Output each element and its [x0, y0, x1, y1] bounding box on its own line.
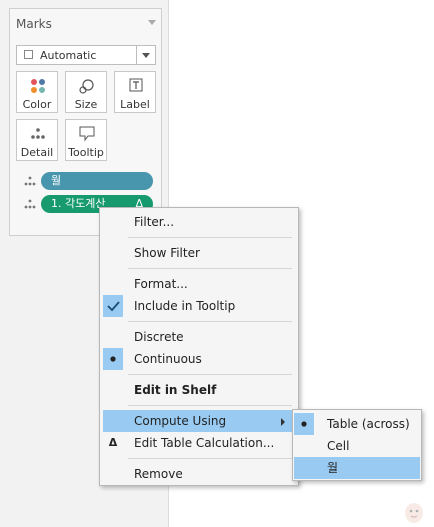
mascot-logo-icon	[405, 503, 423, 523]
radio-bullet-icon	[294, 413, 314, 435]
color-button-label: Color	[22, 98, 52, 111]
label-T-icon	[129, 78, 143, 92]
submenu-item-month[interactable]: 월	[294, 457, 420, 479]
detail-dots-icon	[24, 176, 36, 186]
menu-separator	[128, 405, 292, 406]
label-button-label: Label	[120, 98, 150, 111]
color-button[interactable]: Color	[16, 71, 58, 113]
menu-separator	[128, 321, 292, 322]
delta-icon: Δ	[108, 436, 118, 449]
mark-type-dropdown[interactable]: Automatic	[16, 45, 156, 65]
menu-separator	[128, 374, 292, 375]
size-icon	[79, 79, 94, 94]
menu-item-filter[interactable]: Filter...	[103, 211, 295, 233]
context-menu: Filter... Show Filter Format... Include …	[99, 207, 299, 486]
menu-separator	[128, 268, 292, 269]
size-button-label: Size	[74, 98, 98, 111]
menu-separator	[128, 458, 292, 459]
marks-title: Marks	[16, 17, 52, 31]
submenu-item-cell[interactable]: Cell	[294, 435, 420, 457]
detail-dots-icon	[31, 128, 45, 139]
menu-item-remove[interactable]: Remove	[103, 463, 295, 485]
menu-item-include-in-tooltip[interactable]: Include in Tooltip	[103, 295, 295, 317]
menu-item-continuous[interactable]: Continuous	[103, 348, 295, 370]
marks-card: Marks Automatic Color Size Label Detail …	[9, 8, 162, 236]
mark-type-value: Automatic	[40, 49, 97, 62]
menu-item-show-filter[interactable]: Show Filter	[103, 242, 295, 264]
menu-item-format[interactable]: Format...	[103, 273, 295, 295]
submenu-item-table-across[interactable]: Table (across)	[294, 413, 420, 435]
menu-separator	[128, 237, 292, 238]
radio-bullet-icon	[103, 348, 123, 370]
mark-type-square-icon	[24, 50, 33, 59]
detail-dots-icon	[24, 199, 36, 209]
submenu-arrow-icon	[281, 418, 285, 426]
compute-using-submenu: Table (across) Cell 월	[292, 409, 422, 481]
menu-item-edit-in-shelf[interactable]: Edit in Shelf	[103, 379, 295, 401]
marks-card-menu-icon[interactable]	[148, 20, 156, 25]
chevron-down-icon	[142, 53, 150, 58]
label-button[interactable]: Label	[114, 71, 156, 113]
pill-angle-calc-label: 1. 각도계산	[51, 197, 106, 210]
color-dots-icon	[31, 79, 45, 93]
checkmark-icon	[103, 295, 123, 317]
mark-type-dropdown-button[interactable]	[136, 46, 155, 64]
pill-month-label: 월	[51, 174, 62, 187]
menu-item-compute-using[interactable]: Compute Using	[103, 410, 295, 432]
tooltip-button-label: Tooltip	[68, 146, 104, 159]
menu-item-discrete[interactable]: Discrete	[103, 326, 295, 348]
pill-month[interactable]: 월	[41, 172, 153, 190]
detail-button[interactable]: Detail	[16, 119, 58, 161]
tooltip-bubble-icon	[79, 126, 95, 142]
menu-item-edit-table-calculation[interactable]: Δ Edit Table Calculation...	[103, 432, 295, 454]
size-button[interactable]: Size	[65, 71, 107, 113]
tooltip-button[interactable]: Tooltip	[65, 119, 107, 161]
detail-button-label: Detail	[20, 146, 54, 159]
